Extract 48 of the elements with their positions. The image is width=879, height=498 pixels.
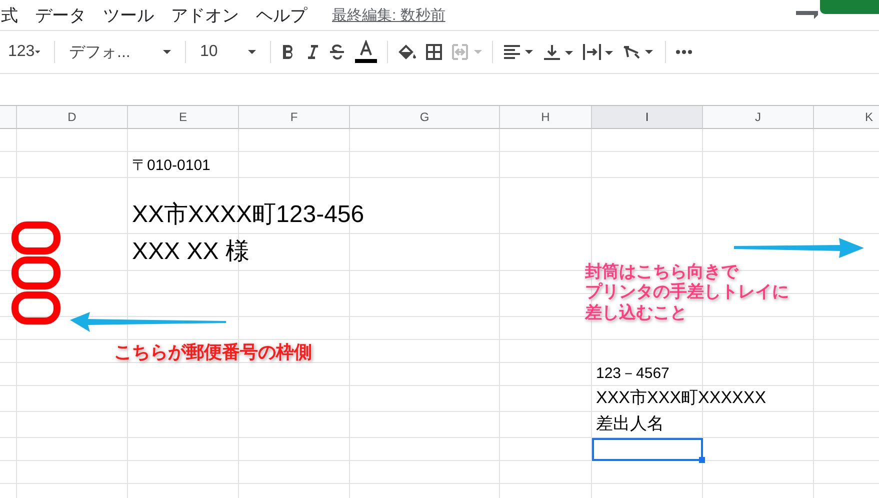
column-header[interactable]: D: [17, 106, 128, 129]
column-header[interactable]: J: [703, 106, 814, 129]
text-color-icon[interactable]: [355, 40, 377, 64]
column-header[interactable]: I: [592, 106, 703, 129]
caret-icon[interactable]: [248, 50, 256, 54]
toolbar-dropdown[interactable]: 123: [4, 38, 44, 66]
bold-icon[interactable]: [281, 44, 295, 60]
column-header[interactable]: F: [239, 106, 350, 129]
annotation-text: プリンタの手差しトレイに: [585, 282, 789, 303]
column-header[interactable]: H: [500, 106, 592, 129]
menu-item[interactable]: 式: [1, 4, 18, 26]
more-icon[interactable]: [676, 50, 692, 54]
caret-icon[interactable]: [163, 50, 171, 54]
caret-icon[interactable]: [34, 50, 40, 54]
cell-text: 123－4567: [596, 364, 670, 383]
annotation-text: 差し込むこと: [585, 302, 688, 324]
cell-text: XXX XX 様: [132, 237, 250, 267]
align-left-icon[interactable]: [503, 45, 533, 59]
cell-text: 差出人名: [596, 413, 664, 435]
toolbar-dropdown[interactable]: 10: [196, 38, 260, 66]
borders-icon[interactable]: [426, 44, 442, 60]
menu-item[interactable]: データ: [35, 4, 86, 26]
strikethrough-icon[interactable]: [329, 44, 345, 60]
vertical-align-icon[interactable]: [543, 44, 573, 60]
comment-icon[interactable]: [794, 11, 820, 19]
selected-cell[interactable]: [592, 438, 703, 461]
column-header[interactable]: K: [814, 106, 879, 129]
menu-item[interactable]: アドオン: [171, 4, 239, 26]
toolbar-dropdown[interactable]: デフォ...: [65, 38, 175, 66]
italic-icon[interactable]: [305, 44, 319, 60]
merge-cells-icon[interactable]: [452, 44, 482, 60]
text-wrap-icon[interactable]: [583, 43, 613, 61]
annotation-text: こちらが郵便番号の枠側: [114, 342, 312, 364]
column-header[interactable]: G: [350, 106, 500, 129]
column-header[interactable]: E: [128, 106, 239, 129]
header-corner: [0, 106, 17, 129]
annotation-text: 封筒はこちら向きで: [585, 262, 740, 282]
menu-item[interactable]: ヘルプ: [256, 4, 307, 26]
menu-item[interactable]: ツール: [103, 4, 154, 26]
text-rotation-icon[interactable]: [623, 44, 655, 60]
cell-text: XXX市XXX町XXXXXX: [596, 387, 766, 409]
arrow-icon: [734, 238, 864, 258]
arrow-icon: [70, 312, 228, 332]
cell-text: XX市XXXX町123-456: [132, 200, 364, 230]
fill-handle[interactable]: [699, 457, 705, 463]
cell-text: 〒010-0101: [132, 156, 210, 175]
last-edit-link[interactable]: 最終編集: 数秒前: [332, 6, 446, 24]
fill-color-icon[interactable]: [398, 44, 416, 60]
